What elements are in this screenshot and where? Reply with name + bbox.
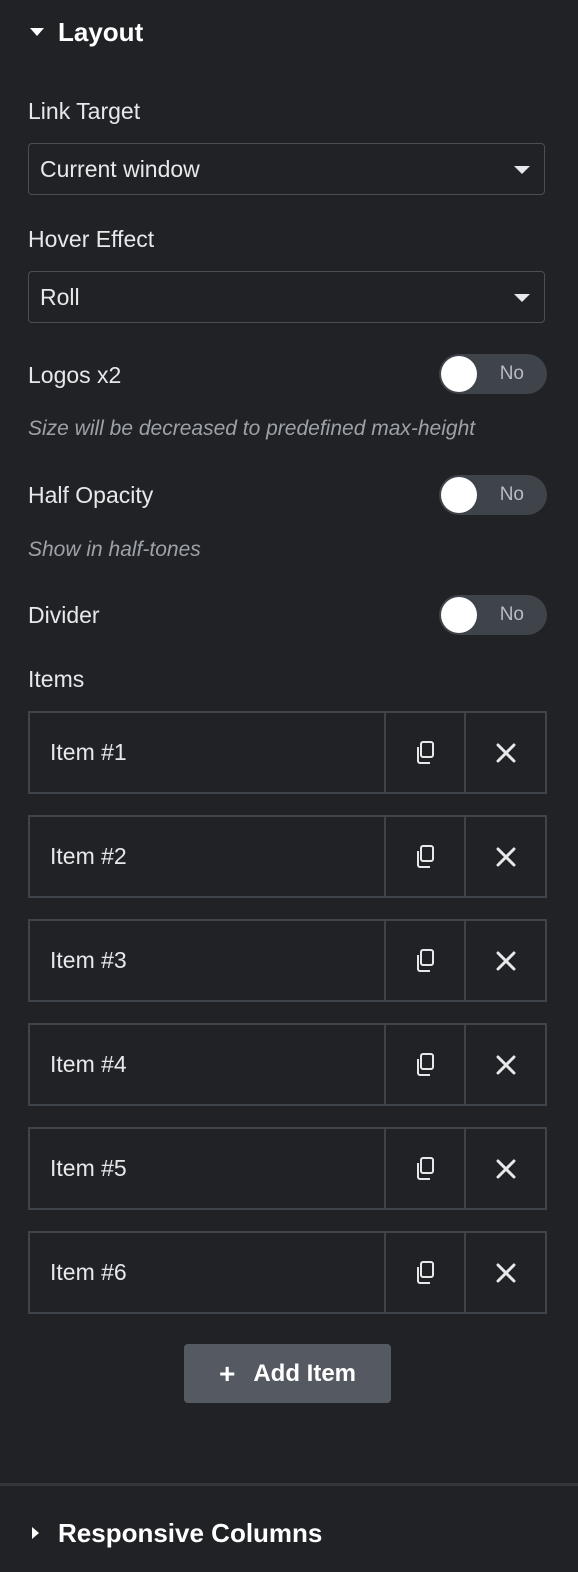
remove-button[interactable]	[466, 1129, 545, 1208]
divider-toggle[interactable]: No	[439, 595, 547, 635]
close-icon	[496, 1159, 516, 1178]
toggle-state: No	[499, 484, 524, 505]
items-label: Items	[28, 666, 85, 692]
half-opacity-label: Half Opacity	[28, 482, 154, 508]
repeater-item: Item #6	[28, 1231, 547, 1314]
section-title: Layout	[58, 16, 144, 47]
logos-x2-toggle[interactable]: No	[439, 354, 547, 394]
duplicate-icon	[416, 1052, 434, 1076]
footer-section-title: Responsive Columns	[58, 1517, 323, 1548]
duplicate-button[interactable]	[386, 1025, 467, 1104]
remove-button[interactable]	[466, 713, 545, 792]
duplicate-button[interactable]	[386, 921, 467, 1000]
duplicate-button[interactable]	[386, 817, 467, 896]
divider-label: Divider	[28, 602, 100, 628]
item-title[interactable]: Item #2	[30, 817, 386, 896]
item-title[interactable]: Item #4	[30, 1025, 386, 1104]
hover-effect-select[interactable]: Roll	[28, 271, 545, 323]
remove-button[interactable]	[466, 1025, 545, 1104]
close-icon	[496, 847, 516, 866]
close-icon	[496, 743, 516, 762]
close-icon	[496, 1055, 516, 1074]
toggle-state: No	[499, 363, 524, 384]
caret-right-icon	[32, 1527, 39, 1539]
half-opacity-toggle[interactable]: No	[439, 475, 547, 515]
toggle-knob	[441, 597, 477, 633]
duplicate-icon	[416, 740, 434, 764]
toggle-state: No	[499, 604, 524, 625]
duplicate-icon	[416, 844, 434, 868]
half-opacity-hint: Show in half-tones	[28, 538, 201, 561]
add-item-label: Add Item	[253, 1359, 357, 1387]
item-title[interactable]: Item #3	[30, 921, 386, 1000]
duplicate-icon	[416, 1260, 434, 1284]
repeater-item: Item #5	[28, 1127, 547, 1210]
plus-icon: +	[218, 1357, 236, 1389]
hover-effect-label: Hover Effect	[28, 226, 155, 252]
link-target-value: Current window	[40, 155, 200, 182]
add-item-button[interactable]: + Add Item	[184, 1344, 391, 1403]
logos-x2-label: Logos x2	[28, 362, 122, 388]
duplicate-icon	[416, 948, 434, 972]
toggle-knob	[441, 477, 477, 513]
caret-down-icon	[30, 28, 44, 36]
repeater-item: Item #4	[28, 1023, 547, 1106]
repeater-item: Item #2	[28, 815, 547, 898]
layout-section-toggle[interactable]: Layout	[30, 16, 143, 48]
close-icon	[496, 951, 516, 970]
duplicate-button[interactable]	[386, 713, 467, 792]
item-title[interactable]: Item #5	[30, 1129, 386, 1208]
item-title[interactable]: Item #1	[30, 713, 386, 792]
dropdown-arrow-icon	[514, 166, 530, 174]
link-target-label: Link Target	[28, 98, 141, 124]
duplicate-icon	[416, 1156, 434, 1180]
repeater-item: Item #1	[28, 711, 547, 794]
repeater-item: Item #3	[28, 919, 547, 1002]
toggle-knob	[441, 356, 477, 392]
duplicate-button[interactable]	[386, 1233, 467, 1312]
remove-button[interactable]	[466, 1233, 545, 1312]
section-divider	[0, 1483, 578, 1486]
responsive-columns-section-toggle[interactable]: Responsive Columns	[32, 1516, 322, 1550]
close-icon	[496, 1263, 516, 1282]
remove-button[interactable]	[466, 817, 545, 896]
remove-button[interactable]	[466, 921, 545, 1000]
link-target-select[interactable]: Current window	[28, 143, 545, 195]
dropdown-arrow-icon	[514, 294, 530, 302]
duplicate-button[interactable]	[386, 1129, 467, 1208]
hover-effect-value: Roll	[40, 283, 80, 310]
item-title[interactable]: Item #6	[30, 1233, 386, 1312]
logos-x2-hint: Size will be decreased to predefined max…	[28, 417, 476, 440]
